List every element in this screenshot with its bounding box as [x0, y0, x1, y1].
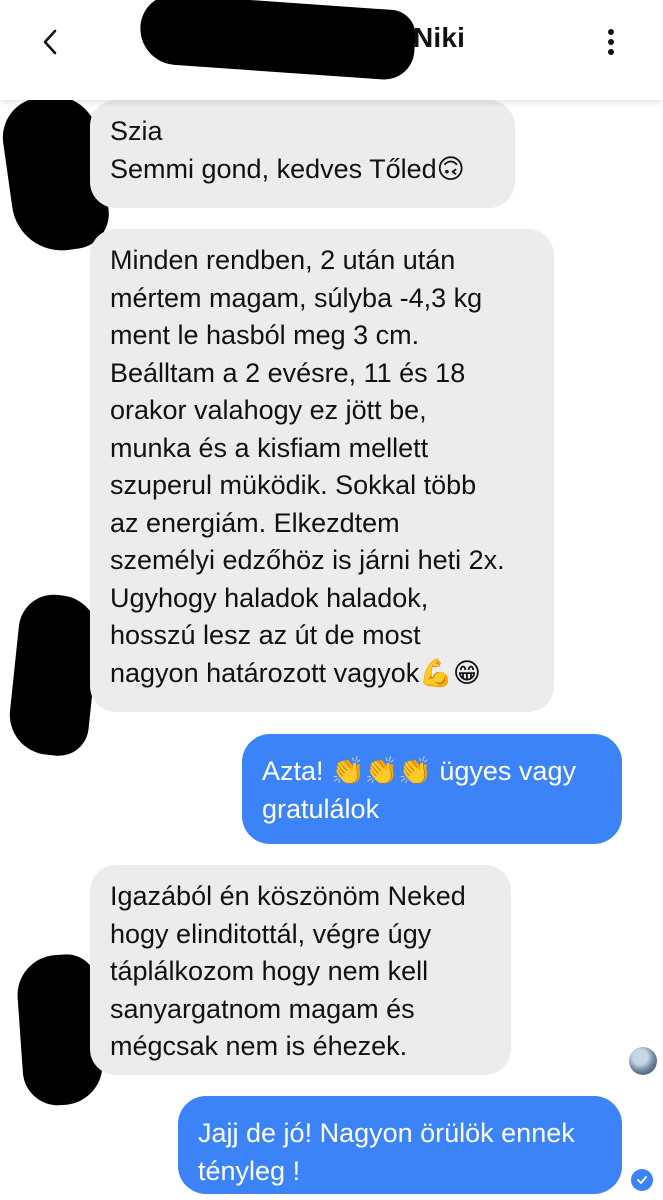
outgoing-message[interactable]: Azta! 👏👏👏 ügyes vagy gratulálok — [242, 734, 622, 844]
redacted-avatar — [5, 591, 103, 759]
contact-name: Niki — [413, 22, 466, 53]
more-options-button[interactable] — [596, 22, 626, 62]
outgoing-message[interactable]: Jajj de jó! Nagyon örülök ennek tényleg … — [178, 1096, 622, 1194]
incoming-message[interactable]: Szia Semmi gond, kedves Tőled🙃 — [90, 100, 515, 208]
incoming-message[interactable]: Minden rendben, 2 után után mértem magam… — [90, 229, 554, 712]
seen-avatar — [629, 1047, 657, 1075]
incoming-message[interactable]: Igazából én köszönöm Neked hogy elindito… — [90, 865, 511, 1075]
sent-check-icon — [631, 1169, 653, 1191]
chat-header: Niki — [0, 0, 663, 100]
chevron-left-icon — [43, 29, 57, 55]
redaction-mark — [137, 0, 418, 82]
back-button[interactable] — [30, 22, 70, 62]
vertical-dots-icon — [608, 29, 614, 55]
